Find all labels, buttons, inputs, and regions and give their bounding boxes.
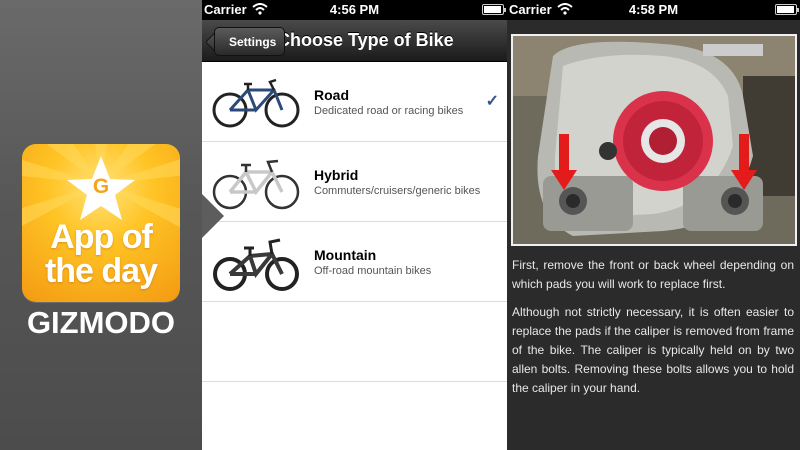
empty-list-row: [202, 382, 507, 450]
status-bar: Carrier 4:56 PM: [202, 0, 507, 20]
badge-letter: G: [92, 175, 110, 198]
bike-type-list: Road Dedicated road or racing bikes ✓ Hy…: [202, 62, 507, 450]
bike-type-screen: Carrier 4:56 PM Settings Choose Type of …: [202, 0, 507, 450]
instruction-paragraph: Although not strictly necessary, it is o…: [512, 305, 794, 395]
panel-pointer: [202, 194, 224, 238]
checkmark-icon: ✓: [485, 93, 499, 110]
promo-panel: G App of the day GIZMODO: [0, 0, 202, 450]
brand-logo-text: GIZMODO: [26, 305, 176, 340]
battery-icon: [775, 4, 799, 15]
empty-list-row: [202, 302, 507, 382]
bike-option-road[interactable]: Road Dedicated road or racing bikes ✓: [202, 62, 507, 142]
battery-icon: [482, 4, 506, 15]
brake-caliper-photo: [511, 34, 797, 246]
settings-back-button[interactable]: Settings: [214, 27, 286, 56]
status-time: 4:56 PM: [329, 2, 380, 17]
instruction-text: First, remove the front or back wheel de…: [512, 256, 794, 407]
mountain-bike-image: [213, 238, 299, 291]
status-bar: Carrier 4:58 PM: [507, 0, 800, 20]
bike-option-description: Dedicated road or racing bikes: [314, 105, 464, 117]
bike-option-title: Road: [314, 87, 349, 103]
bike-option-mountain[interactable]: Mountain Off-road mountain bikes: [202, 222, 507, 302]
app-of-the-day-badge: G App of the day: [22, 144, 180, 302]
instructions-screen: Carrier 4:58 PM First, remove the front …: [507, 0, 800, 450]
bike-option-title: Hybrid: [314, 167, 359, 183]
road-bike-image: [212, 78, 300, 128]
badge-headline: App of the day: [44, 218, 158, 290]
bike-option-title: Mountain: [314, 247, 377, 263]
caliper-illustration: [513, 36, 795, 244]
status-time: 4:58 PM: [628, 2, 679, 17]
instruction-paragraph: First, remove the front or back wheel de…: [512, 258, 794, 291]
navigation-bar: Settings Choose Type of Bike: [202, 20, 507, 62]
page-title: Choose Type of Bike: [277, 30, 454, 50]
bike-option-description: Off-road mountain bikes: [314, 265, 432, 277]
bike-option-hybrid[interactable]: Hybrid Commuters/cruisers/generic bikes: [202, 142, 507, 222]
bike-option-description: Commuters/cruisers/generic bikes: [314, 185, 481, 197]
